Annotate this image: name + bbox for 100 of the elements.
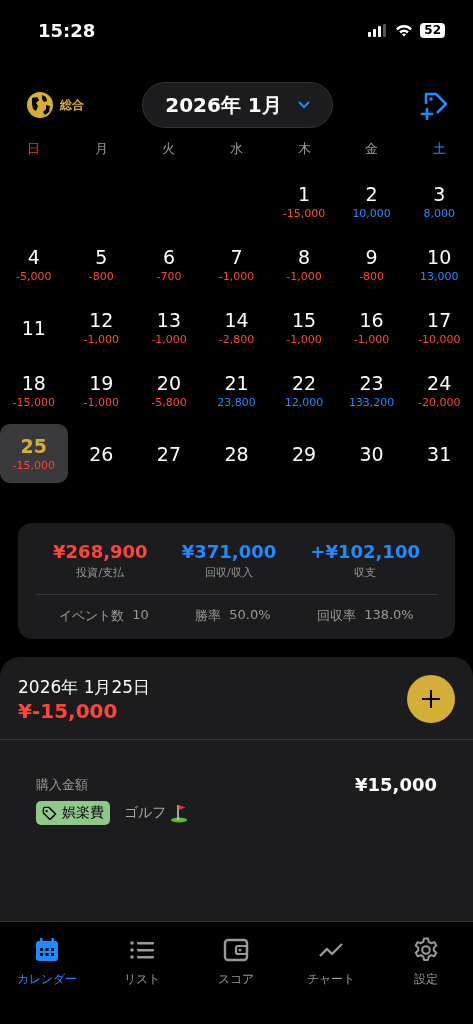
day-amount: -1,000: [83, 396, 120, 409]
day-amount: -20,000: [417, 396, 461, 409]
total-label: 投資/支払: [76, 565, 125, 580]
weekday-label: 日: [26, 140, 42, 158]
calendar-day[interactable]: 10 13,000: [405, 233, 473, 296]
entry-memo: ゴルフ: [124, 804, 166, 822]
plus-icon: [421, 689, 441, 709]
weekday-label: 木: [296, 140, 312, 158]
stat-label: 回収率: [317, 607, 357, 625]
calendar-day[interactable]: 8 -1,000: [270, 233, 338, 296]
weekday-label: 月: [93, 140, 109, 158]
total-label: 回収/収入: [205, 565, 253, 580]
calendar-day[interactable]: 7 -1,000: [202, 233, 271, 296]
calendar-day[interactable]: 28: [202, 422, 271, 485]
wallet-icon: [223, 937, 250, 963]
calendar-day[interactable]: 30: [337, 422, 406, 485]
day-amount: 10,000: [352, 207, 391, 220]
total-value: ¥268,900: [53, 541, 148, 562]
day-amount: -1,000: [151, 333, 187, 346]
status-time: 15:28: [38, 19, 96, 41]
scope-label[interactable]: 総合: [60, 96, 84, 114]
day-amount: -800: [359, 270, 385, 283]
day-amount: 23,800: [217, 396, 256, 409]
calendar-day[interactable]: 23 133,200: [337, 359, 406, 422]
day-amount: 13,000: [419, 270, 459, 283]
calendar-day[interactable]: 13 -1,000: [135, 296, 203, 359]
wifi-icon: [395, 23, 414, 37]
calendar-day[interactable]: 6 -700: [135, 233, 203, 296]
calendar-day[interactable]: 17 -10,000: [405, 296, 473, 359]
calendar-day[interactable]: 19 -1,000: [67, 359, 136, 422]
month-picker[interactable]: 2026年 1月: [142, 82, 333, 128]
total-value: ¥371,000: [181, 541, 277, 562]
stat-label: 勝率: [195, 607, 222, 625]
stat-label: イベント数: [59, 607, 125, 625]
weekday-label: 土: [431, 140, 447, 158]
calendar-day[interactable]: 29: [270, 422, 338, 485]
add-button[interactable]: [407, 675, 455, 723]
calendar-day[interactable]: 11: [0, 296, 68, 359]
calendar-day[interactable]: 25 -15,000: [0, 424, 68, 483]
detail-total: ¥-15,000: [18, 698, 119, 723]
entry-amount: ¥15,000: [355, 774, 437, 795]
settings-icon: [412, 937, 439, 963]
day-amount: -1,000: [353, 333, 390, 346]
day-amount: -15,000: [12, 396, 55, 409]
tab-item[interactable]: 設定: [385, 936, 466, 992]
detail-date: 2026年 1月25日: [18, 675, 151, 699]
calendar-day[interactable]: 5 -800: [67, 233, 136, 296]
day-amount: -5,800: [151, 396, 187, 409]
day-amount: -5,000: [16, 270, 52, 283]
add-tag-icon[interactable]: [419, 90, 449, 120]
calendar-day[interactable]: 14 -2,800: [202, 296, 271, 359]
calendar-day[interactable]: 12 -1,000: [67, 296, 136, 359]
day-amount: -1,000: [218, 270, 255, 283]
day-amount: -1,000: [83, 333, 120, 346]
signal-icon: [368, 23, 389, 37]
stat-value: 138.0%: [364, 607, 414, 624]
stat-value: 50.0%: [229, 607, 271, 624]
calendar-day[interactable]: 24 -20,000: [405, 359, 473, 422]
calendar-day[interactable]: 27: [135, 422, 203, 485]
day-amount: -800: [88, 270, 114, 283]
globe-icon: [26, 91, 54, 119]
calendar-icon: [34, 937, 61, 963]
calendar-day[interactable]: 31: [405, 422, 473, 485]
day-amount: 12,000: [284, 396, 324, 409]
tab-item[interactable]: リスト: [101, 936, 182, 992]
entry-label: 購入金額: [36, 775, 88, 794]
weekday-label: 金: [364, 140, 380, 158]
calendar-day[interactable]: 16 -1,000: [337, 296, 406, 359]
calendar-day[interactable]: 4 -5,000: [0, 233, 68, 296]
calendar-day[interactable]: 1 -15,000: [270, 170, 338, 233]
tag-icon: [42, 805, 57, 821]
stat-value: 10: [132, 607, 149, 624]
weekday-label: 水: [229, 140, 244, 158]
day-amount: -700: [156, 270, 182, 283]
tab-item[interactable]: スコア: [196, 936, 277, 992]
calendar-day[interactable]: 2 10,000: [337, 170, 406, 233]
tab-item[interactable]: チャート: [291, 936, 372, 992]
day-amount: -10,000: [417, 333, 461, 346]
battery-indicator: 52: [420, 22, 445, 38]
calendar-day[interactable]: 9 -800: [337, 233, 406, 296]
day-amount: -2,800: [218, 333, 255, 346]
day-amount: 133,200: [348, 396, 395, 409]
total-label: 収支: [354, 565, 377, 580]
calendar-day[interactable]: 3 8,000: [405, 170, 473, 233]
day-amount: -15,000: [282, 207, 326, 220]
day-amount: 8,000: [423, 207, 455, 220]
day-amount: -1,000: [286, 270, 322, 283]
weekday-label: 火: [161, 140, 177, 158]
day-amount: -1,000: [286, 333, 322, 346]
calendar-day[interactable]: 26: [67, 422, 136, 485]
tab-item[interactable]: カレンダー: [7, 936, 88, 992]
golf-flag-icon: [170, 803, 188, 823]
calendar-day[interactable]: 21 23,800: [202, 359, 271, 422]
calendar-day[interactable]: 18 -15,000: [0, 359, 68, 422]
total-value: +¥102,100: [310, 541, 420, 562]
calendar-day[interactable]: 20 -5,800: [135, 359, 203, 422]
day-amount: -15,000: [12, 459, 55, 472]
calendar-day[interactable]: 22 12,000: [270, 359, 338, 422]
calendar-day[interactable]: 15 -1,000: [270, 296, 338, 359]
chevron-down-icon: [297, 101, 310, 109]
